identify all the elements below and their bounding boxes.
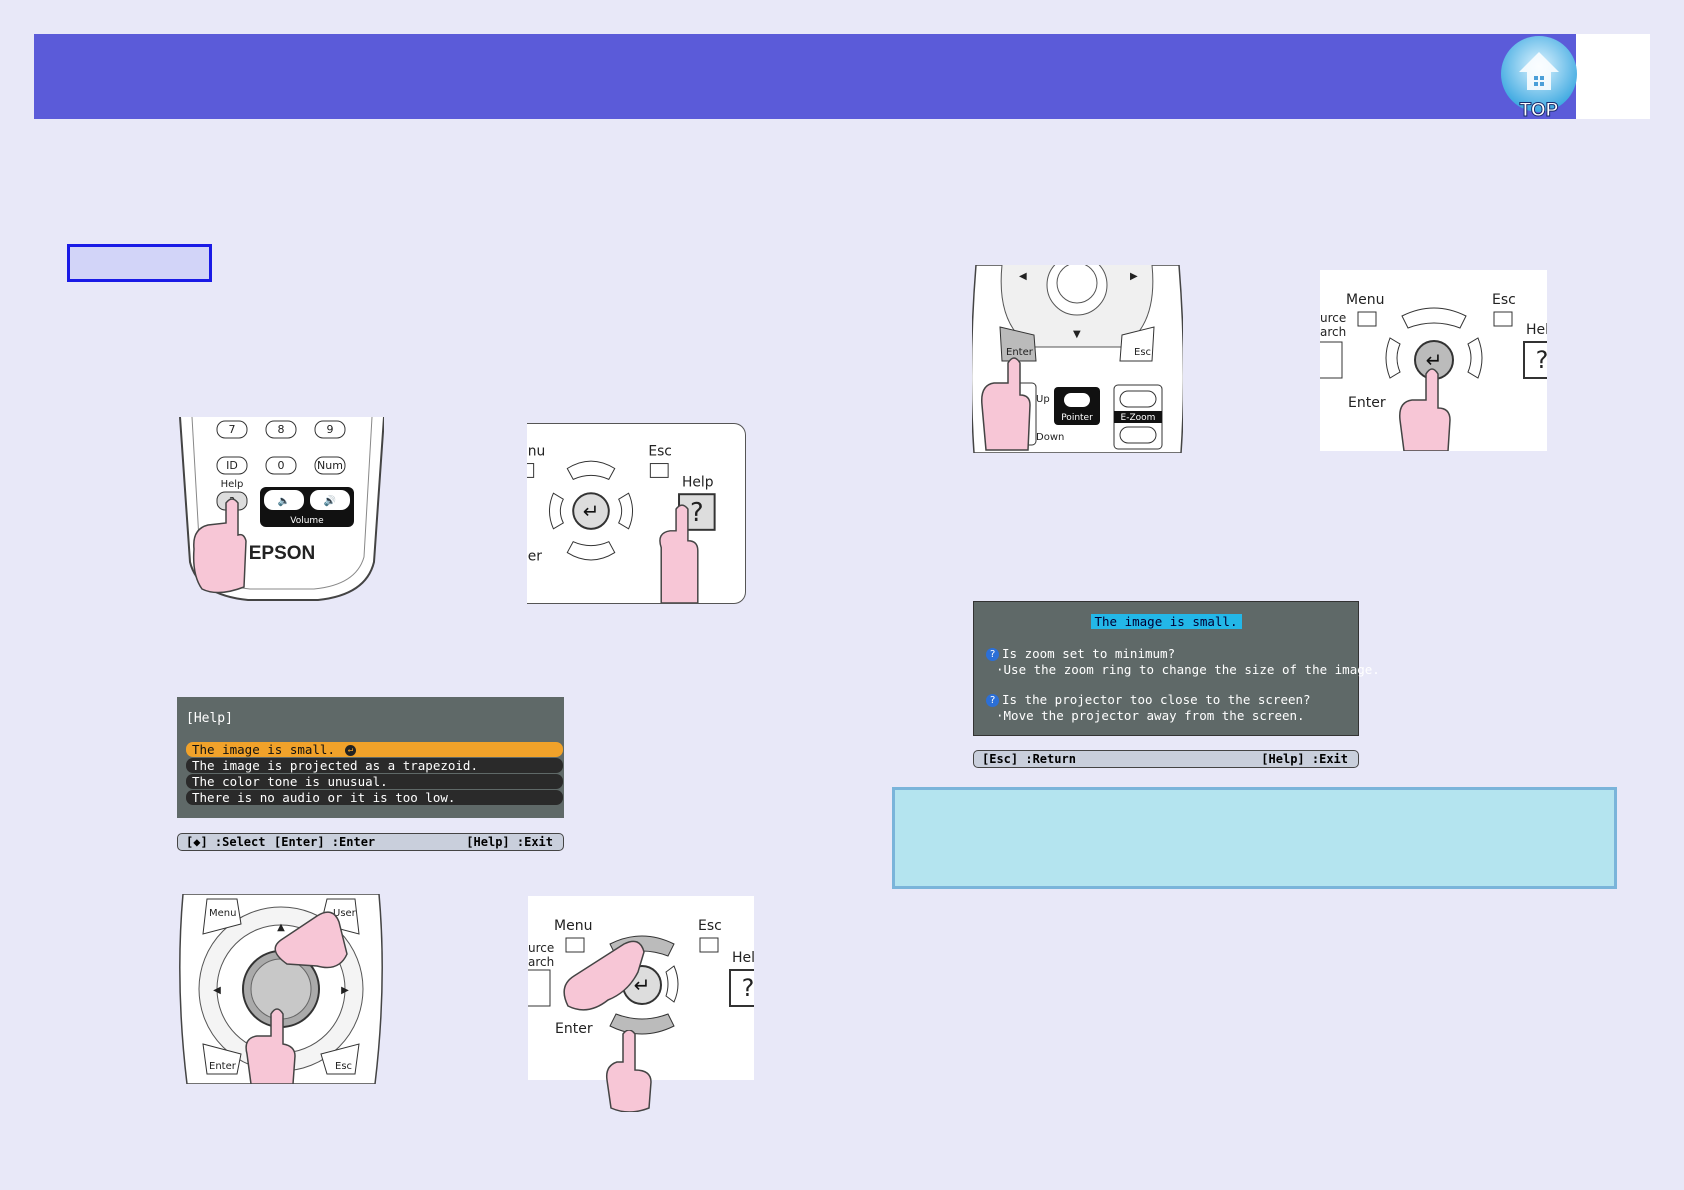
help-key-label: Help (221, 479, 244, 490)
enter-label: Enter (209, 1061, 237, 1072)
key-0: 0 (278, 459, 285, 472)
remote-joystick-illustration: Menu User Enter Esc ▲ ▼ ◀ ▶ (177, 894, 385, 1084)
footer-exit: [Help] :Exit (466, 835, 553, 849)
menu-label: Menu (554, 918, 592, 934)
esc-label: Esc (648, 444, 672, 460)
enter-label: Enter (1348, 395, 1386, 411)
help-result-screen: The image is small. ? Is zoom set to mini… (973, 601, 1380, 736)
help-label: Hel (1526, 322, 1547, 338)
finger-icon (605, 1030, 652, 1112)
esc-label: Esc (1492, 292, 1516, 308)
help-menu-title: [Help] (186, 711, 233, 726)
enter-label: Enter (1006, 347, 1034, 358)
top-label: TOP (1520, 100, 1559, 119)
volume-up-icon: 🔊 (324, 494, 336, 507)
header-band (34, 34, 1576, 119)
note-box (892, 787, 1617, 889)
key-num: Num (317, 459, 343, 472)
help-menu-item-4[interactable]: There is no audio or it is too low. (186, 790, 563, 805)
ezoom-label: E-Zoom (1121, 413, 1156, 423)
volume-down-icon: 🔈 (278, 496, 290, 507)
footer-select: [◆] :Select (186, 835, 266, 849)
help-label: Hel (732, 950, 754, 966)
down-label: Down (1036, 432, 1064, 443)
help-label: Help (682, 474, 714, 490)
page-corner-tab (1576, 34, 1650, 119)
footer-exit: [Help] :Exit (1261, 752, 1348, 766)
footer-enter: [Enter] :Enter (274, 835, 376, 849)
esc-label: Esc (698, 918, 722, 934)
panel-enter-illustration: Menu Esc urce arch Hel ? Enter ↵ (1320, 270, 1547, 451)
arrow-right-icon: ▶ (341, 985, 349, 996)
help-menu-item-1[interactable]: The image is small. ↵ (186, 742, 563, 757)
footer-return: [Esc] :Return (982, 752, 1076, 766)
result-question-1: Is zoom set to minimum? (1002, 646, 1176, 661)
esc-label: Esc (335, 1061, 352, 1072)
source-label-2: arch (528, 955, 554, 969)
result-question-2: Is the projector too close to the screen… (1002, 692, 1311, 707)
arrow-left-icon: ◀ (213, 985, 221, 996)
menu-label: Menu (1346, 292, 1384, 308)
key-8: 8 (278, 423, 285, 436)
help-symbol: ? (690, 498, 704, 528)
panel-help-illustration: nu Esc Help ? er ↵ (527, 423, 746, 604)
home-icon: TOP (1501, 36, 1577, 122)
volume-label: Volume (290, 516, 324, 526)
result-title: The image is small. (1090, 614, 1242, 629)
remote-enter-illustration: ◀ ▶ ▼ Enter Esc Up Down Pointer E-Zoom (972, 265, 1183, 453)
top-button[interactable]: TOP (1497, 34, 1579, 122)
esc-label: Esc (1134, 347, 1151, 358)
up-label: Up (1036, 394, 1050, 405)
finger-press-down (605, 1030, 655, 1112)
arrow-up-icon: ▲ (277, 922, 285, 933)
enter-icon: ↵ (345, 745, 356, 756)
source-label-1: urce (528, 941, 554, 955)
menu-label: nu (528, 444, 546, 460)
help-menu-screen: [Help] The image is small. ↵ The image is… (177, 697, 564, 818)
key-9: 9 (327, 423, 334, 436)
question-icon: ? (986, 694, 999, 707)
source-label-1: urce (1320, 311, 1346, 325)
enter-label: er (528, 548, 543, 564)
help-menu-item-3[interactable]: The color tone is unusual. (186, 774, 563, 789)
result-answer-1: ·Use the zoom ring to change the size of… (996, 662, 1380, 677)
arrow-left-icon: ◀ (1019, 271, 1027, 282)
help-menu-item-2[interactable]: The image is projected as a trapezoid. (186, 758, 563, 773)
source-label-2: arch (1320, 325, 1346, 339)
procedure-label-box (67, 244, 212, 282)
brand-logo: EPSON (249, 543, 316, 564)
remote-help-illustration: 7 8 9 ID 0 Num Help ? 🔈 🔊 Volume EPSON (178, 417, 384, 603)
finger-icon (1399, 368, 1451, 451)
enter-icon: ↵ (1426, 348, 1443, 372)
pointer-label: Pointer (1061, 413, 1093, 423)
help-menu-footer: [◆] :Select [Enter] :Enter [Help] :Exit (177, 833, 564, 851)
help-symbol: ? (742, 974, 754, 1002)
enter-label: Enter (555, 1021, 593, 1037)
arrow-down-icon: ▼ (1073, 329, 1081, 340)
help-symbol: ? (1536, 346, 1547, 374)
key-id: ID (226, 459, 238, 472)
key-7: 7 (229, 423, 236, 436)
result-footer: [Esc] :Return [Help] :Exit (973, 750, 1359, 768)
menu-label: Menu (209, 908, 236, 919)
question-icon: ? (986, 648, 999, 661)
enter-icon: ↵ (583, 500, 600, 523)
arrow-right-icon: ▶ (1130, 271, 1138, 282)
result-answer-2: ·Move the projector away from the screen… (996, 708, 1305, 723)
